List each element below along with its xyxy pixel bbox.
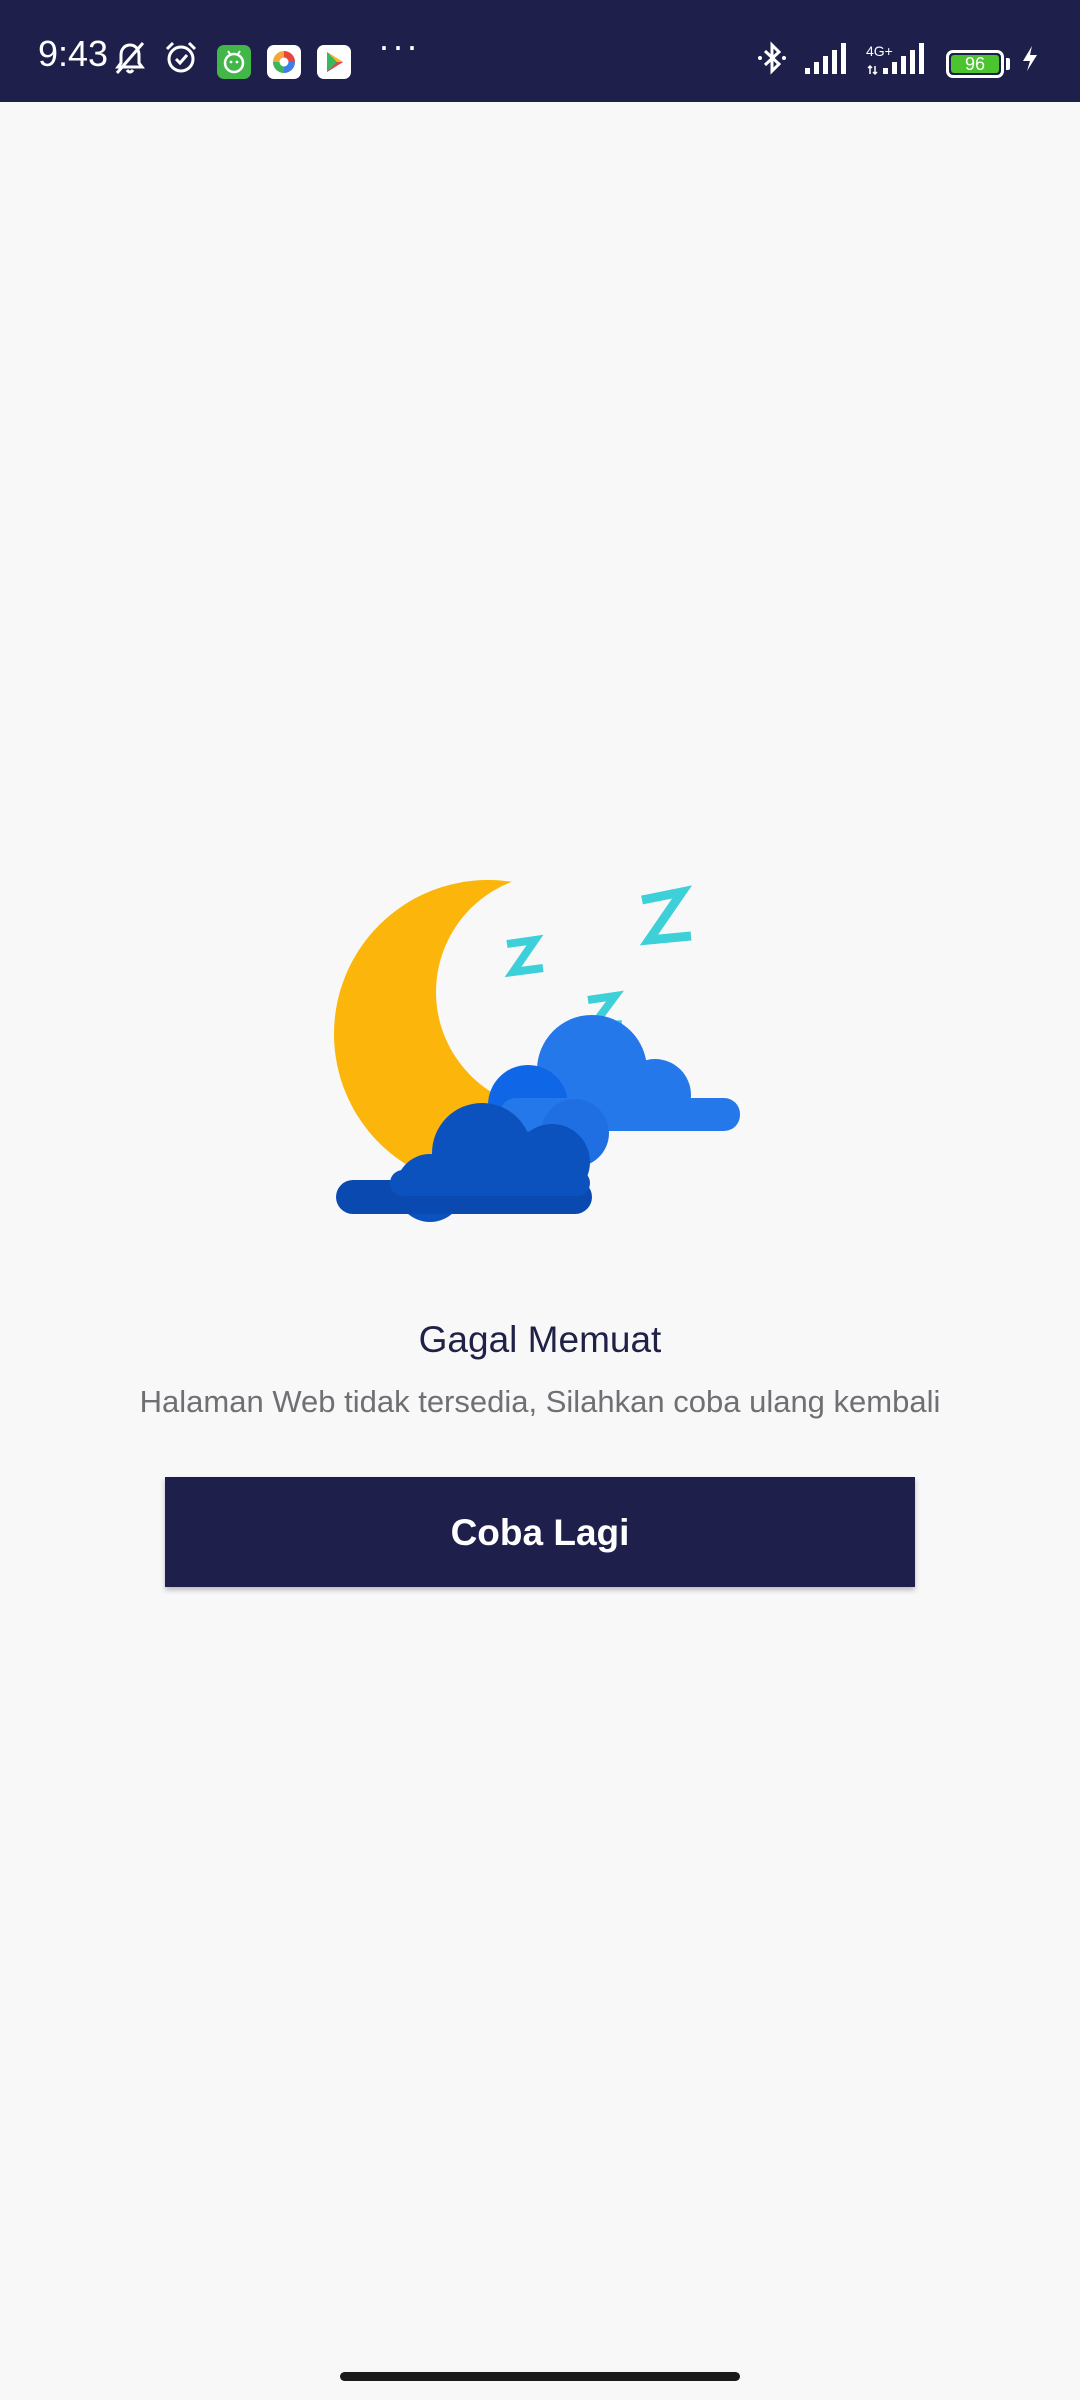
- photos-app-icon: [267, 45, 301, 79]
- android-app-icon: [217, 45, 251, 79]
- signal-4g-icon: [867, 43, 924, 76]
- alarm-icon: [165, 41, 197, 73]
- play-store-icon: [317, 45, 351, 79]
- signal-icon: [805, 43, 846, 74]
- bell-off-icon: [115, 42, 145, 74]
- more-dots-icon: ···: [378, 25, 420, 66]
- home-indicator[interactable]: [340, 2372, 740, 2381]
- sleeping-moon-cloud-icon: [334, 880, 740, 1222]
- status-time: 9:43: [38, 33, 109, 74]
- battery-icon: 96: [946, 50, 1004, 78]
- status-bar: 9:43 ··· 4G+ 96: [0, 0, 1080, 102]
- battery-cap: [1006, 58, 1010, 70]
- error-title: Gagal Memuat: [418, 1319, 662, 1360]
- retry-button[interactable]: Coba Lagi: [165, 1477, 915, 1587]
- z-letter-large: [639, 885, 692, 946]
- battery-level: 96: [951, 55, 999, 74]
- error-message: Halaman Web tidak tersedia, Silahkan cob…: [139, 1384, 941, 1419]
- charging-icon: [1023, 46, 1037, 71]
- bluetooth-icon: [758, 41, 786, 75]
